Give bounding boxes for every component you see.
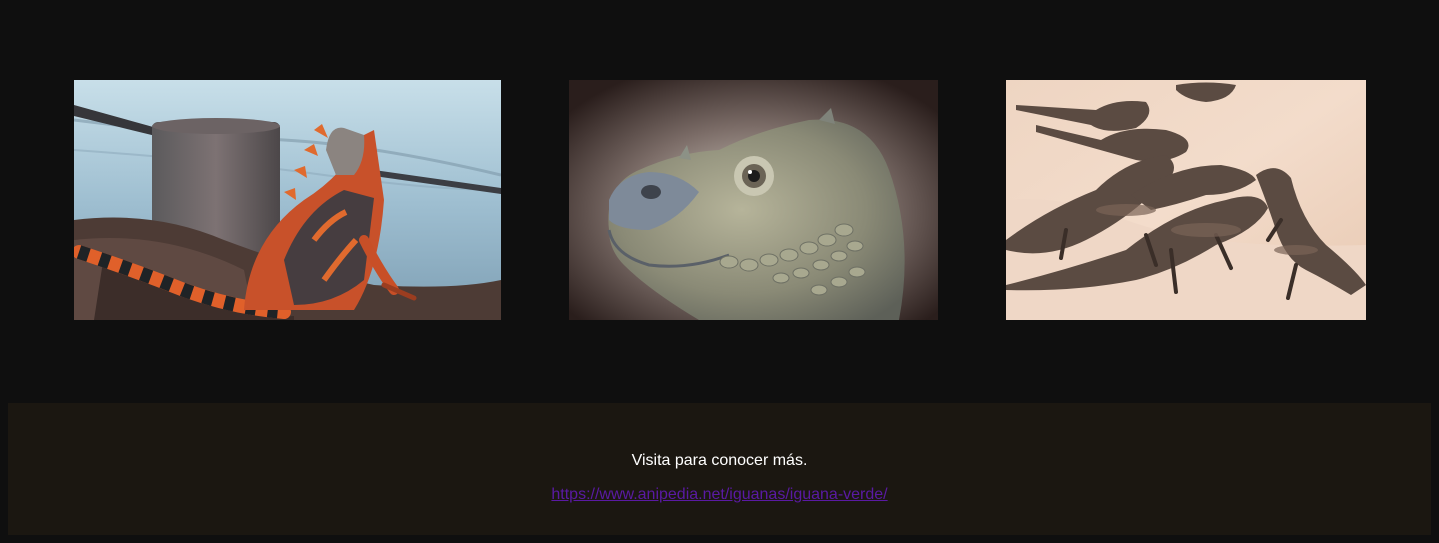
gallery-image-iguana-head [569, 80, 938, 320]
gallery-image-iguana-rocks [74, 80, 501, 320]
image-gallery [0, 0, 1439, 400]
gallery-image-iguanas-beach [1006, 80, 1366, 320]
page: Visita para conocer más. https://www.ani… [0, 0, 1439, 543]
footer: Visita para conocer más. https://www.ani… [8, 403, 1431, 535]
footer-text: Visita para conocer más. [631, 452, 808, 469]
source-link[interactable]: https://www.anipedia.net/iguanas/iguana-… [551, 486, 887, 503]
